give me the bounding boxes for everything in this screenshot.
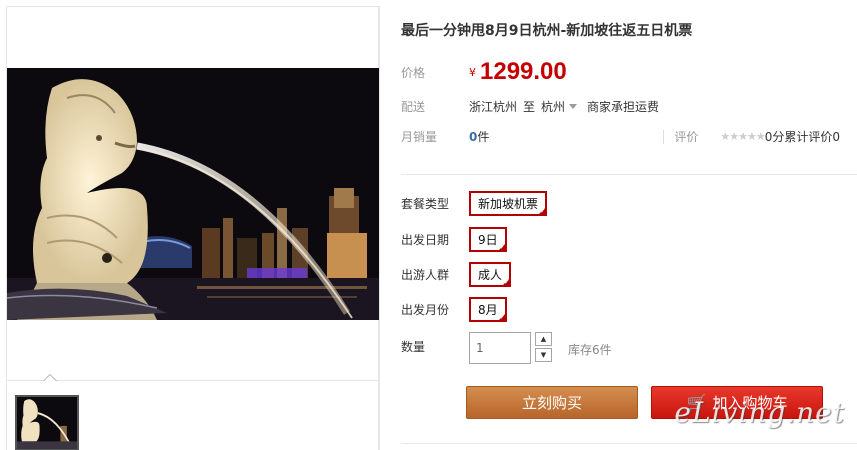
- option-selected-month[interactable]: 8月: [469, 297, 507, 322]
- chevron-down-icon[interactable]: [569, 104, 578, 109]
- quantity-row: 数量 1 ▲ ▼ 库存6件: [401, 332, 612, 364]
- check-corner-icon: [537, 206, 548, 216]
- add-to-cart-button[interactable]: 🛒 加入购物车: [651, 386, 823, 419]
- option-value: 成人: [478, 268, 503, 282]
- shipping-destination-select[interactable]: 杭州: [541, 98, 565, 115]
- sales-row: 月销量 0 件 评价 ★★★★★ 0分 累计评价 0: [401, 128, 853, 145]
- thumbnail-strip: [7, 374, 380, 450]
- option-row-package: 套餐类型 新加坡机票: [401, 191, 548, 216]
- check-corner-icon: [496, 312, 507, 322]
- option-row-travelers: 出游人群 成人: [401, 262, 512, 287]
- rating-label: 评价: [674, 130, 699, 144]
- increment-arrow-icon[interactable]: ▲: [535, 332, 552, 346]
- thumbnail-image[interactable]: [15, 395, 79, 450]
- option-selected-package[interactable]: 新加坡机票: [469, 191, 548, 216]
- price-label: 价格: [401, 65, 426, 80]
- quantity-input[interactable]: 1: [469, 332, 531, 364]
- product-info-panel: 最后一分钟甩8月9日杭州-新加坡往返五日机票 价格 ¥ 1299.00 配送 浙…: [401, 0, 857, 450]
- option-value: 9日: [478, 233, 498, 247]
- check-corner-icon: [501, 277, 512, 287]
- quantity-label: 数量: [401, 340, 426, 354]
- rating-stars-icon: ★★★★★: [720, 130, 765, 143]
- shipping-to-word: 至: [523, 100, 536, 114]
- quantity-stepper: ▲ ▼: [535, 332, 552, 362]
- shipping-from[interactable]: 浙江杭州: [469, 98, 517, 115]
- stock-count: 库存6件: [568, 343, 612, 357]
- bottom-divider: [401, 443, 857, 444]
- price-value: 1299.00: [480, 58, 567, 85]
- option-selected-travelers[interactable]: 成人: [469, 262, 512, 287]
- monthly-sales-unit: 件: [477, 130, 490, 144]
- shipping-row: 配送 浙江杭州 至 杭州 商家承担运费: [401, 98, 659, 115]
- buy-now-label: 立刻购买: [521, 394, 582, 412]
- shipping-note: 商家承担运费: [587, 100, 660, 114]
- shipping-label: 配送: [401, 100, 426, 114]
- option-row-month: 出发月份 8月: [401, 297, 507, 322]
- decrement-arrow-icon[interactable]: ▼: [535, 348, 552, 362]
- rating-score: 0分: [764, 130, 785, 144]
- option-label: 出发月份: [401, 303, 450, 317]
- thumbnail-pointer-icon: [43, 374, 57, 381]
- cart-icon: 🛒: [686, 393, 707, 412]
- merlion-night-image: [7, 68, 380, 320]
- option-selected-date[interactable]: 9日: [469, 227, 507, 252]
- buy-now-button[interactable]: 立刻购买: [466, 386, 638, 419]
- monthly-sales-label: 月销量: [401, 130, 438, 144]
- sales-divider: [663, 129, 665, 144]
- option-value: 8月: [478, 303, 498, 317]
- check-corner-icon: [496, 242, 507, 252]
- total-reviews-label[interactable]: 累计评价: [784, 128, 832, 145]
- option-label: 出游人群: [401, 268, 450, 282]
- total-reviews-count[interactable]: 0: [832, 130, 840, 144]
- product-gallery: [6, 6, 380, 450]
- currency-symbol: ¥: [469, 65, 476, 79]
- price-row: 价格 ¥ 1299.00: [401, 58, 567, 86]
- option-label: 出发日期: [401, 233, 450, 247]
- main-product-image[interactable]: [7, 68, 380, 320]
- thumbnail-merlion-image: [17, 397, 77, 449]
- monthly-sales-count: 0: [469, 129, 478, 144]
- option-value: 新加坡机票: [478, 197, 539, 211]
- option-label: 套餐类型: [401, 197, 450, 211]
- option-row-date: 出发日期 9日: [401, 227, 507, 252]
- product-title: 最后一分钟甩8月9日杭州-新加坡往返五日机票: [401, 23, 693, 39]
- quantity-value: 1: [476, 341, 484, 355]
- add-to-cart-label: 加入购物车: [712, 394, 788, 412]
- vertical-divider: [379, 6, 380, 450]
- section-divider: [401, 174, 857, 175]
